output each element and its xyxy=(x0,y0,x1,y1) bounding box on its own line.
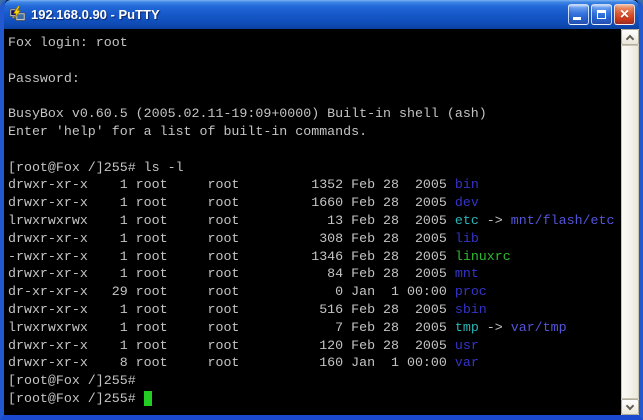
terminal-line: drwxr-xr-x 1 root root 120 Feb 28 2005 u… xyxy=(8,337,621,355)
putty-terminals-icon[interactable] xyxy=(8,6,26,24)
terminal-line: Enter 'help' for a list of built-in comm… xyxy=(8,123,621,141)
terminal-text: proc xyxy=(455,284,487,299)
terminal-text: [root@Fox /]255# xyxy=(8,373,136,388)
terminal-line: drwxr-xr-x 1 root root 1660 Feb 28 2005 … xyxy=(8,194,621,212)
terminal-line: drwxr-xr-x 1 root root 1352 Feb 28 2005 … xyxy=(8,176,621,194)
terminal-text: bin xyxy=(455,177,479,192)
terminal-text: Password: xyxy=(8,71,88,86)
terminal-text: drwxr-xr-x 1 root root 516 Feb 28 2005 xyxy=(8,302,455,317)
terminal-line: [root@Fox /]255# xyxy=(8,390,621,408)
terminal-text: tmp xyxy=(455,320,479,335)
terminal-text: lrwxrwxrwx 1 root root 7 Feb 28 2005 xyxy=(8,320,455,335)
scrollbar-thumb[interactable] xyxy=(621,45,639,399)
scroll-up-button[interactable] xyxy=(621,29,639,45)
terminal-text: usr xyxy=(455,338,479,353)
terminal-text: dr-xr-xr-x 29 root root 0 Jan 1 00:00 xyxy=(8,284,455,299)
terminal-line xyxy=(8,87,621,105)
terminal-line: drwxr-xr-x 8 root root 160 Jan 1 00:00 v… xyxy=(8,354,621,372)
terminal-text: mnt xyxy=(455,266,479,281)
close-icon: × xyxy=(620,7,629,23)
scroll-down-button[interactable] xyxy=(621,399,639,415)
terminal-line: drwxr-xr-x 1 root root 516 Feb 28 2005 s… xyxy=(8,301,621,319)
terminal-line xyxy=(8,141,621,159)
terminal-cursor xyxy=(144,391,152,406)
terminal-text: lrwxrwxrwx 1 root root 13 Feb 28 2005 xyxy=(8,213,455,228)
terminal-line: [root@Fox /]255# xyxy=(8,372,621,390)
terminal-text: lib xyxy=(455,231,479,246)
putty-window: 192.168.0.90 - PuTTY × Fox login: root Pa… xyxy=(0,0,643,420)
minimize-icon xyxy=(573,17,581,20)
terminal-text: dev xyxy=(455,195,479,210)
terminal-line: drwxr-xr-x 1 root root 84 Feb 28 2005 mn… xyxy=(8,265,621,283)
terminal-text: drwxr-xr-x 1 root root 84 Feb 28 2005 xyxy=(8,266,455,281)
terminal-text: drwxr-xr-x 8 root root 160 Jan 1 00:00 xyxy=(8,355,455,370)
terminal-text: sbin xyxy=(455,302,487,317)
terminal-line: lrwxrwxrwx 1 root root 13 Feb 28 2005 et… xyxy=(8,212,621,230)
chevron-up-icon xyxy=(626,35,634,43)
terminal-text: mnt/flash/etc xyxy=(511,213,615,228)
terminal-text: drwxr-xr-x 1 root root 1660 Feb 28 2005 xyxy=(8,195,455,210)
terminal-line: [root@Fox /]255# ls -l xyxy=(8,159,621,177)
terminal-line: drwxr-xr-x 1 root root 308 Feb 28 2005 l… xyxy=(8,230,621,248)
terminal-line: BusyBox v0.60.5 (2005.02.11-19:09+0000) … xyxy=(8,105,621,123)
close-button[interactable]: × xyxy=(614,4,635,25)
terminal-text: var xyxy=(455,355,479,370)
window-title: 192.168.0.90 - PuTTY xyxy=(31,7,568,22)
terminal-text: -rwxr-xr-x 1 root root 1346 Feb 28 2005 xyxy=(8,249,455,264)
window-controls: × xyxy=(568,4,635,25)
terminal-line xyxy=(8,52,621,70)
terminal-text: -> xyxy=(479,213,511,228)
terminal-text: linuxrc xyxy=(455,249,511,264)
maximize-icon xyxy=(597,10,606,19)
terminal-text: [root@Fox /]255# ls -l xyxy=(8,160,184,175)
scrollbar-track[interactable] xyxy=(621,45,639,399)
terminal-text: drwxr-xr-x 1 root root 308 Feb 28 2005 xyxy=(8,231,455,246)
terminal-text: Fox login: root xyxy=(8,35,128,50)
minimize-button[interactable] xyxy=(568,4,589,25)
titlebar[interactable]: 192.168.0.90 - PuTTY × xyxy=(4,0,639,29)
terminal-text: drwxr-xr-x 1 root root 120 Feb 28 2005 xyxy=(8,338,455,353)
terminal-line: dr-xr-xr-x 29 root root 0 Jan 1 00:00 pr… xyxy=(8,283,621,301)
terminal-text: -> xyxy=(479,320,511,335)
window-client-area: Fox login: root Password: BusyBox v0.60.5… xyxy=(4,29,639,415)
terminal-text: Enter 'help' for a list of built-in comm… xyxy=(8,124,367,139)
maximize-button[interactable] xyxy=(591,4,612,25)
terminal-line: Fox login: root xyxy=(8,34,621,52)
terminal-screen[interactable]: Fox login: root Password: BusyBox v0.60.5… xyxy=(4,29,621,415)
scrollbar[interactable] xyxy=(621,29,639,415)
terminal-text: BusyBox v0.60.5 (2005.02.11-19:09+0000) … xyxy=(8,106,487,121)
putty-icon-graphic xyxy=(9,6,26,23)
terminal-text: etc xyxy=(455,213,479,228)
terminal-text: [root@Fox /]255# xyxy=(8,391,144,406)
terminal-line: -rwxr-xr-x 1 root root 1346 Feb 28 2005 … xyxy=(8,248,621,266)
terminal-line: Password: xyxy=(8,70,621,88)
terminal-line: lrwxrwxrwx 1 root root 7 Feb 28 2005 tmp… xyxy=(8,319,621,337)
terminal-text: drwxr-xr-x 1 root root 1352 Feb 28 2005 xyxy=(8,177,455,192)
chevron-down-icon xyxy=(626,402,634,410)
terminal-text: var/tmp xyxy=(511,320,567,335)
terminal-lines: Fox login: root Password: BusyBox v0.60.5… xyxy=(8,34,621,408)
